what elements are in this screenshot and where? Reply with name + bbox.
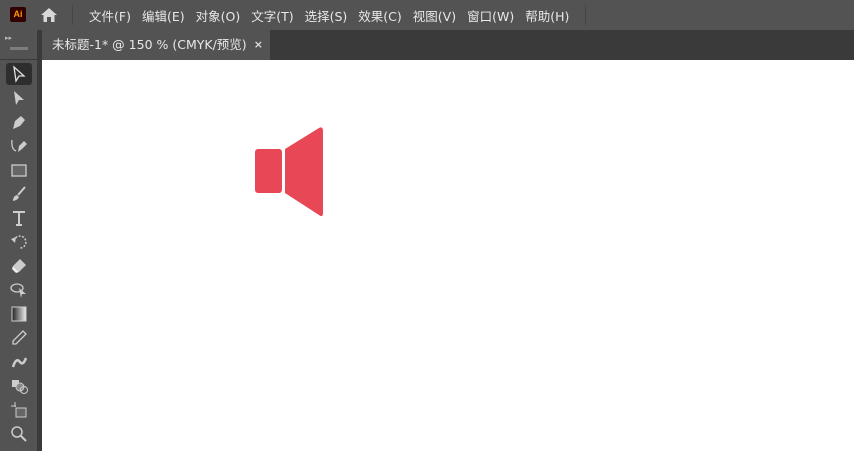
menu-bar: Ai 文件(F) 编辑(E) 对象(O) 文字(T) 选择(S) 效果(C) 视…	[0, 0, 854, 30]
menu-file[interactable]: 文件(F)	[89, 6, 131, 25]
direct-selection-tool[interactable]	[6, 87, 32, 109]
artboard-canvas[interactable]	[42, 60, 854, 451]
app-logo: Ai	[10, 7, 26, 22]
menu-select[interactable]: 选择(S)	[305, 6, 348, 25]
eraser-tool[interactable]	[6, 255, 32, 277]
tab-title: 未标题-1* @ 150 % (CMYK/预览)	[52, 37, 247, 52]
puppet-warp-tool[interactable]	[6, 351, 32, 373]
artboard-tool[interactable]	[6, 399, 32, 421]
curvature-tool[interactable]	[6, 135, 32, 157]
divider	[585, 5, 586, 25]
lasso-tool[interactable]	[6, 279, 32, 301]
rotate-tool[interactable]	[6, 231, 32, 253]
menu-help[interactable]: 帮助(H)	[525, 6, 569, 25]
menu-type[interactable]: 文字(T)	[251, 6, 293, 25]
svg-text:▸▸: ▸▸	[5, 34, 13, 42]
eyedropper-tool[interactable]	[6, 327, 32, 349]
zoom-tool[interactable]	[6, 423, 32, 445]
toolbar-header[interactable]: ▸▸	[0, 30, 37, 60]
home-icon[interactable]	[40, 7, 58, 23]
divider	[72, 5, 73, 25]
tools-panel	[0, 60, 37, 451]
paintbrush-tool[interactable]	[6, 183, 32, 205]
document-tab[interactable]: 未标题-1* @ 150 % (CMYK/预览) ×	[42, 30, 270, 60]
menu-window[interactable]: 窗口(W)	[467, 6, 514, 25]
selection-tool[interactable]	[6, 63, 32, 85]
speaker-icon[interactable]	[255, 127, 325, 217]
type-tool[interactable]	[6, 207, 32, 229]
gradient-tool[interactable]	[6, 303, 32, 325]
rectangle-tool[interactable]	[6, 159, 32, 181]
menu-effect[interactable]: 效果(C)	[358, 6, 401, 25]
close-tab-icon[interactable]: ×	[254, 30, 263, 60]
menu-object[interactable]: 对象(O)	[196, 6, 241, 25]
pen-tool[interactable]	[6, 111, 32, 133]
menu-edit[interactable]: 编辑(E)	[142, 6, 185, 25]
shape-builder-tool[interactable]	[6, 375, 32, 397]
menu-view[interactable]: 视图(V)	[413, 6, 456, 25]
collapse-toolbar-icon[interactable]: ▸▸	[0, 30, 37, 60]
